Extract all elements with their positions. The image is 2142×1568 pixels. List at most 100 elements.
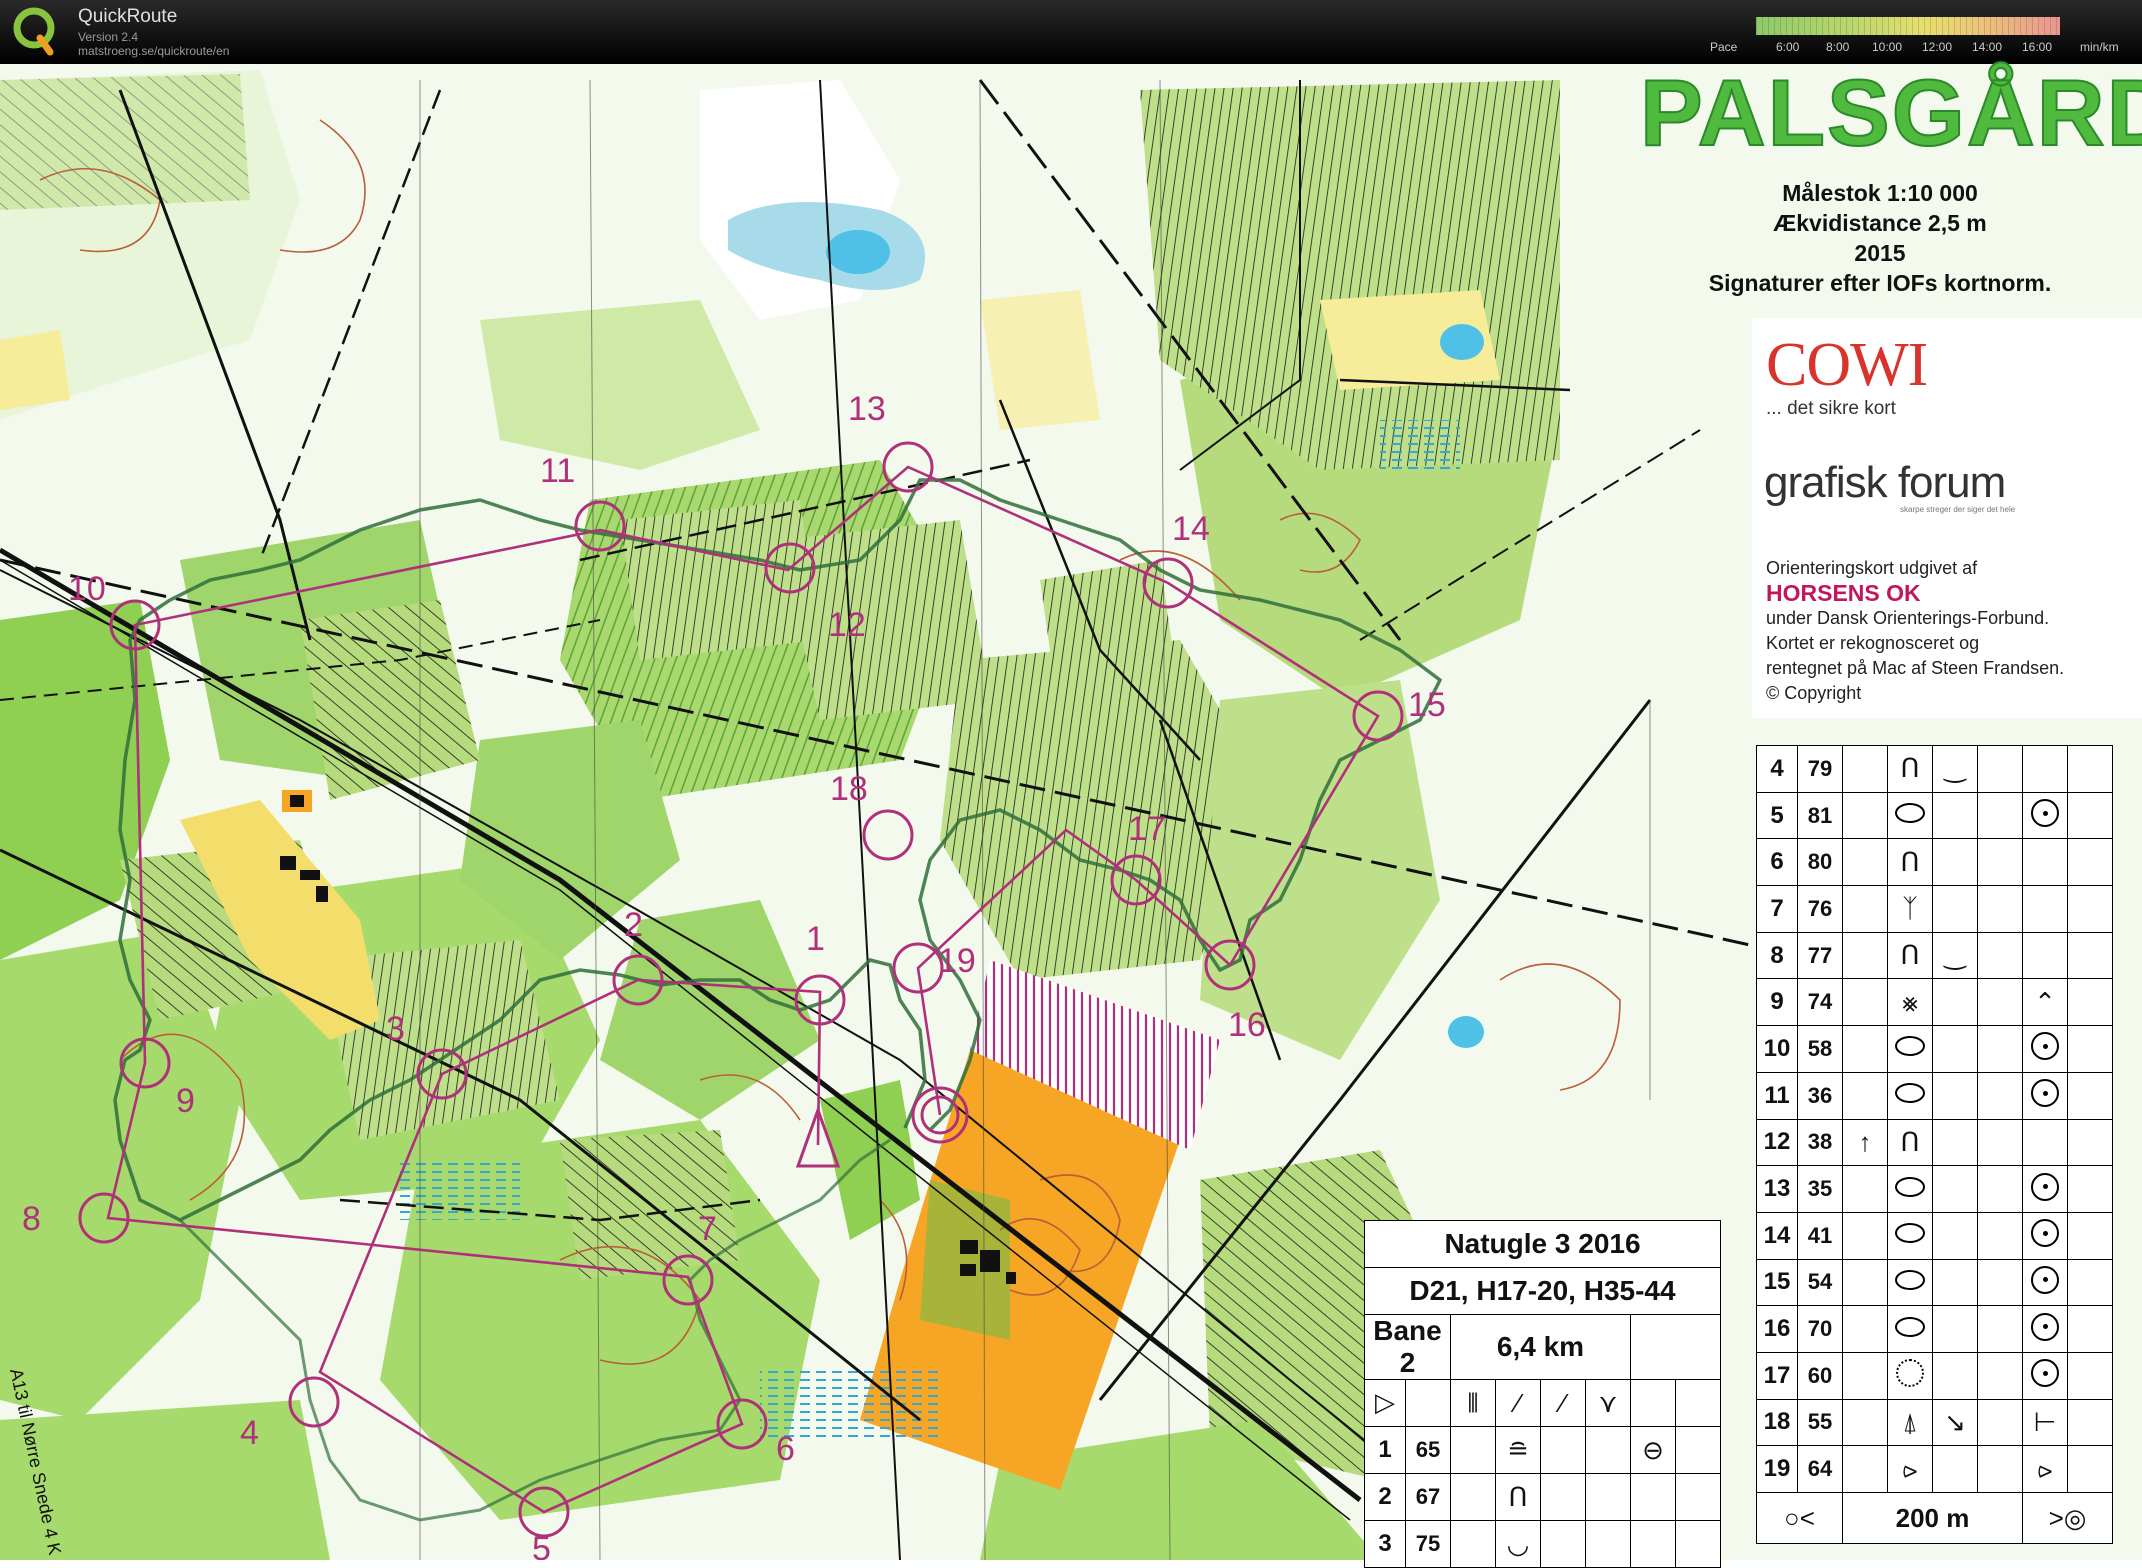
table-row: Natugle 3 2016 bbox=[1364, 1220, 1721, 1268]
app-version: Version 2.4 bbox=[78, 30, 139, 44]
table-row: Bane 2 6,4 km bbox=[1364, 1314, 1721, 1380]
caret-icon: ⌃ bbox=[2034, 986, 2056, 1017]
oval-icon bbox=[1895, 803, 1925, 824]
map-name: PALSGÅRD bbox=[1639, 60, 2142, 165]
course-classes: D21, H17-20, H35-44 bbox=[1364, 1267, 1721, 1315]
quickroute-header: QuickRoute Version 2.4 matstroeng.se/qui… bbox=[0, 0, 2142, 64]
table-row: 1 65 ≘ ⊖ bbox=[1364, 1426, 1721, 1474]
control-label: 4 bbox=[240, 1414, 259, 1452]
fork-icon: ⋎ bbox=[1598, 1387, 1618, 1418]
angle-icon: ⪧ bbox=[2037, 1453, 2053, 1484]
table-row: 4 79 ᑎ ‿ bbox=[1756, 745, 2113, 793]
table-row: 7 76 ᛉ bbox=[1756, 885, 2113, 933]
control-label: 15 bbox=[1408, 686, 1446, 724]
club-name: HORSENS OK bbox=[1766, 580, 1921, 606]
info-line: Kortet er rekognosceret og bbox=[1766, 633, 1980, 653]
control-description-table-right: 4 79 ᑎ ‿ 5 81 6 80 ᑎ 7 76 ᛉ 8 77 ᑎ ‿ 9 74 ⨳ ⌃ 10 58 11 3… bbox=[1756, 745, 2113, 1544]
control-label: 18 bbox=[830, 770, 868, 808]
start-icon: ▷ bbox=[1375, 1386, 1395, 1417]
circle-dot-icon bbox=[2031, 1172, 2059, 1201]
map-meta: Målestok 1:10 000 Ækvidistance 2,5 m 201… bbox=[1660, 178, 2100, 298]
oval-icon bbox=[1895, 1269, 1925, 1290]
circle-dot-icon bbox=[2031, 1312, 2059, 1341]
table-row: 13 35 bbox=[1756, 1165, 2113, 1213]
control-label: 14 bbox=[1172, 510, 1210, 548]
table-row: 11 36 bbox=[1756, 1071, 2113, 1120]
control-label: 5 bbox=[532, 1530, 551, 1560]
table-row: D21, H17-20, H35-44 bbox=[1364, 1267, 1721, 1315]
curve-icon: ‿ bbox=[1944, 753, 1966, 784]
quickroute-logo-icon bbox=[13, 7, 55, 56]
table-row: 5 81 bbox=[1756, 791, 2113, 840]
table-row: 17 60 bbox=[1756, 1351, 2113, 1400]
map-norm: Signaturer efter IOFs kortnorm. bbox=[1708, 270, 2052, 296]
circle-dot-icon bbox=[2031, 1265, 2059, 1294]
diagonal-icon: ⁄ bbox=[1515, 1387, 1521, 1418]
oval-icon bbox=[1895, 1223, 1925, 1244]
depression-icon: ◡ bbox=[1506, 1528, 1530, 1559]
control-label: 3 bbox=[386, 1010, 405, 1048]
map-year: 2015 bbox=[1854, 240, 1906, 266]
app-title: QuickRoute bbox=[78, 6, 178, 27]
circle-dot-icon bbox=[2031, 1079, 2059, 1108]
table-row: 8 77 ᑎ ‿ bbox=[1756, 931, 2113, 980]
oval-icon bbox=[1895, 1083, 1925, 1104]
table-row: 19 64 ⪧ ⪧ bbox=[1756, 1445, 2113, 1493]
curve-icon: ‿ bbox=[1944, 940, 1966, 971]
table-row: 10 58 bbox=[1756, 1025, 2113, 1073]
fence-icon: ≘ bbox=[1507, 1434, 1529, 1465]
table-row: 6 80 ᑎ bbox=[1756, 838, 2113, 887]
info-line: rentegnet på Mac af Steen Frandsen. bbox=[1766, 658, 2065, 678]
control-label: 13 bbox=[848, 390, 886, 428]
knoll-icon: ᑎ bbox=[1900, 846, 1920, 877]
sponsor-grafisk-forum-logo: grafisk forum bbox=[1764, 458, 2006, 507]
table-row: ▷ ⫴ ⁄ ⁄ ⋎ bbox=[1364, 1379, 1721, 1427]
table-row: 2 67 ᑎ bbox=[1364, 1473, 1721, 1521]
sponsor-cowi-tagline: ... det sikre kort bbox=[1766, 398, 1896, 419]
info-line: Orienteringskort udgivet af bbox=[1766, 558, 1978, 578]
knoll-icon: ᑎ bbox=[1900, 1126, 1920, 1157]
app-url: matstroeng.se/quickroute/en bbox=[78, 44, 230, 58]
control-label: 16 bbox=[1228, 1006, 1266, 1044]
copyright: © Copyright bbox=[1766, 683, 1862, 703]
pace-tick: 16:00 bbox=[2022, 40, 2053, 54]
control-label: 11 bbox=[540, 452, 575, 490]
control-label: 12 bbox=[828, 606, 866, 644]
course-name: Bane 2 bbox=[1364, 1314, 1451, 1380]
event-name: Natugle 3 2016 bbox=[1364, 1220, 1721, 1268]
thicket-icon: ⨳ bbox=[1901, 986, 1919, 1017]
finish-circle-icon: >◎ bbox=[2048, 1502, 2087, 1533]
bars-icon: ⫴ bbox=[1467, 1387, 1479, 1418]
control-label: 2 bbox=[624, 906, 643, 944]
circle-dot-icon bbox=[2031, 1032, 2059, 1061]
knoll-icon: ᑎ bbox=[1508, 1481, 1528, 1512]
oval-icon bbox=[1895, 1176, 1925, 1197]
finish-marker-icon: ○< bbox=[1784, 1502, 1815, 1533]
oval-icon bbox=[1895, 1036, 1925, 1057]
table-row: 14 41 bbox=[1756, 1211, 2113, 1260]
table-row: 18 55 ⍋ ↘ ⊢ bbox=[1756, 1398, 2113, 1447]
path-junction-icon: ᛉ bbox=[1902, 893, 1918, 924]
map-contour: Ækvidistance 2,5 m bbox=[1773, 210, 1987, 236]
dotted-circle-icon bbox=[1896, 1359, 1924, 1388]
control-label: 17 bbox=[1128, 810, 1166, 848]
sponsor-grafisk-forum-tagline: skarpe streger der siger det hele bbox=[1900, 505, 2016, 514]
circle-dot-icon bbox=[2031, 799, 2059, 828]
pace-tick: 10:00 bbox=[1872, 40, 1903, 54]
map-scale: Målestok 1:10 000 bbox=[1782, 180, 1978, 206]
angle-icon: ⪧ bbox=[1902, 1453, 1918, 1484]
bar-icon: ⊢ bbox=[2033, 1406, 2057, 1437]
table-row: 9 74 ⨳ ⌃ bbox=[1756, 978, 2113, 1027]
info-line: under Dansk Orienterings-Forbund. bbox=[1766, 608, 2050, 628]
pace-tick: 6:00 bbox=[1776, 40, 1800, 54]
control-label: 9 bbox=[176, 1082, 195, 1120]
control-label: 1 bbox=[806, 920, 825, 958]
knoll-icon: ᑎ bbox=[1900, 940, 1920, 971]
pace-color-scale bbox=[1756, 17, 2060, 35]
pace-label: Pace bbox=[1710, 40, 1738, 54]
circle-dot-icon bbox=[2031, 1359, 2059, 1388]
control-label: 7 bbox=[698, 1210, 717, 1248]
table-row: 3 75 ◡ bbox=[1364, 1520, 1721, 1568]
corner-arrow-icon: ↘ bbox=[1944, 1406, 1966, 1437]
table-row: ○< 200 m >◎ bbox=[1756, 1492, 2113, 1544]
